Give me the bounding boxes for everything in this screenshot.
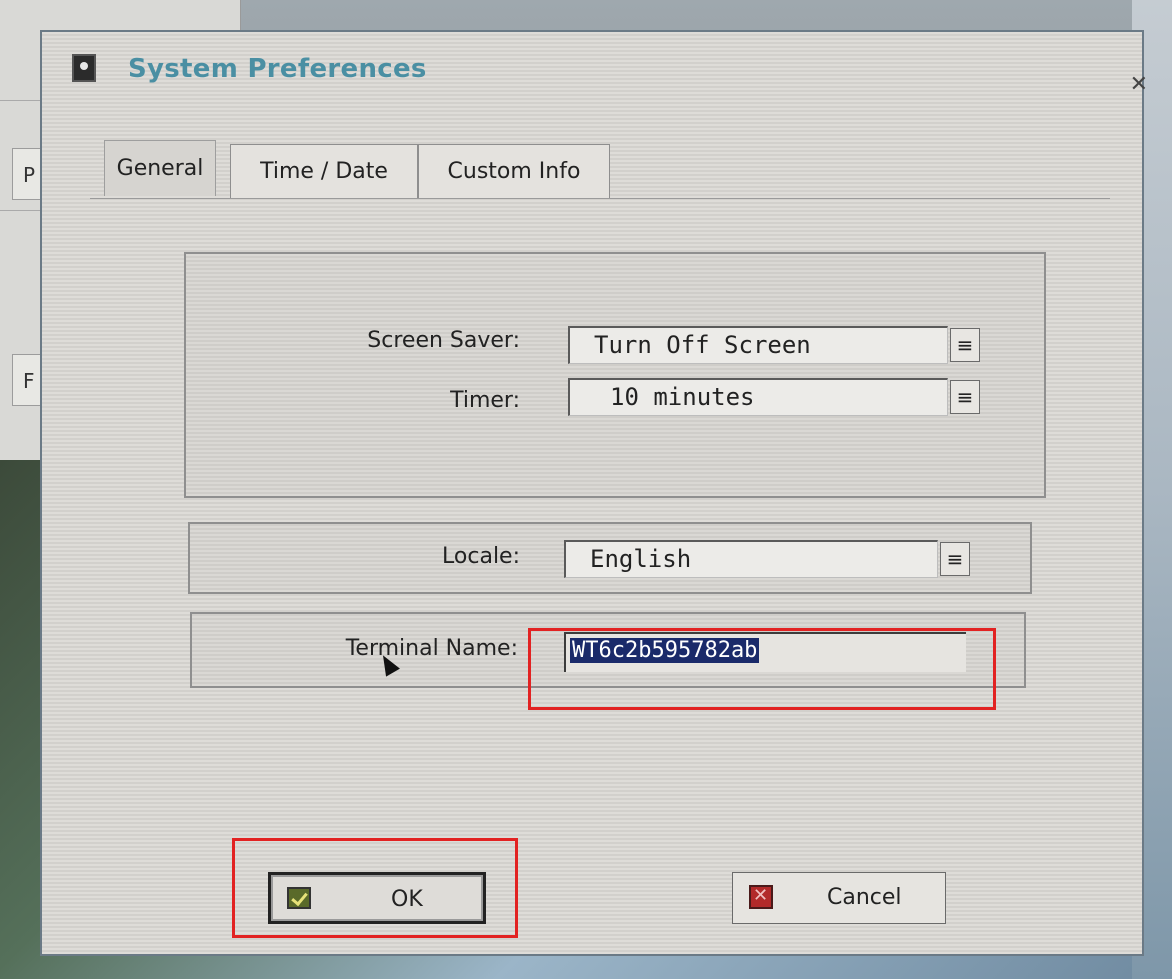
terminal-name-highlight-box <box>528 628 996 710</box>
dropdown-icon: ≡ <box>956 385 974 409</box>
screen-saver-select[interactable]: Turn Off Screen <box>568 326 948 364</box>
timer-label: Timer: <box>450 388 520 413</box>
preferences-window-icon <box>72 54 96 82</box>
ok-button-highlight-box <box>232 838 518 938</box>
screen-saver-group: Screen Saver: Turn Off Screen ≡ Timer: 1… <box>184 252 1046 498</box>
tab-panel-border <box>90 198 1110 199</box>
tab-custom-info-label: Custom Info <box>447 159 581 184</box>
close-icon[interactable]: ✕ <box>1130 72 1148 97</box>
tab-time-date[interactable]: Time / Date <box>230 144 418 198</box>
cancel-x-icon <box>749 885 773 909</box>
dropdown-icon: ≡ <box>946 547 964 571</box>
locale-label: Locale: <box>442 544 520 569</box>
dropdown-icon: ≡ <box>956 333 974 357</box>
locale-dropdown-button[interactable]: ≡ <box>940 542 970 576</box>
screen-saver-dropdown-button[interactable]: ≡ <box>950 328 980 362</box>
screen-saver-label: Screen Saver: <box>367 328 520 353</box>
cancel-button[interactable]: Cancel <box>732 872 946 924</box>
tab-general-label: General <box>116 156 204 181</box>
locale-group: Locale: English ≡ <box>188 522 1032 594</box>
cancel-button-label: Cancel <box>827 885 902 910</box>
locale-select[interactable]: English <box>564 540 938 578</box>
tab-time-date-label: Time / Date <box>260 159 388 184</box>
terminal-name-label: Terminal Name: <box>345 636 518 661</box>
window-title: System Preferences <box>128 54 427 84</box>
tab-general[interactable]: General <box>104 140 216 196</box>
system-preferences-dialog: System Preferences ✕ General Time / Date… <box>40 30 1148 956</box>
tab-custom-info[interactable]: Custom Info <box>418 144 610 198</box>
timer-select[interactable]: 10 minutes <box>568 378 948 416</box>
timer-dropdown-button[interactable]: ≡ <box>950 380 980 414</box>
